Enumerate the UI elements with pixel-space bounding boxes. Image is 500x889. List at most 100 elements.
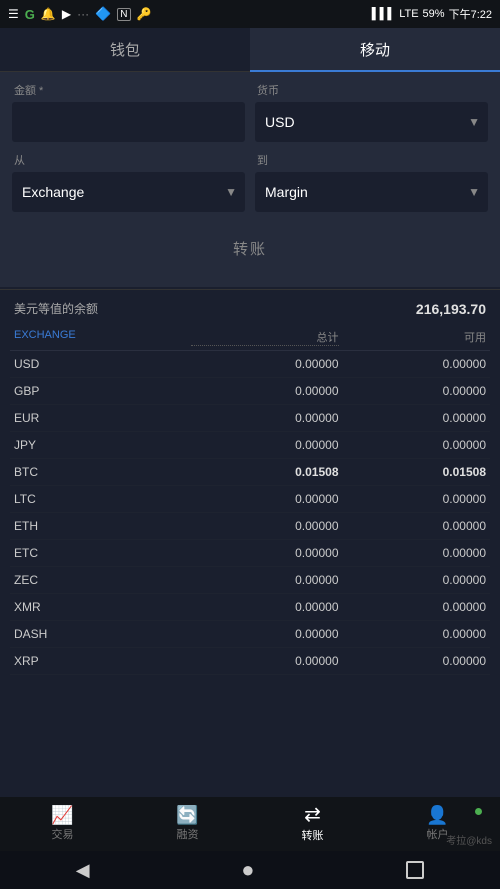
total-cell: 0.00000	[191, 573, 339, 587]
currency-cell: ZEC	[14, 573, 191, 587]
form-area: 金额 * 货币 USD ▼ 从 Exchange ▼	[0, 72, 500, 287]
balance-section: 美元等值的余额 216,193.70	[0, 289, 500, 323]
currency-cell: XRP	[14, 654, 191, 668]
main-content: 金额 * 货币 USD ▼ 从 Exchange ▼	[0, 72, 500, 797]
signal-icon: ▌▌▌	[372, 8, 395, 20]
th-available: 可用	[339, 329, 487, 346]
nav-account-label: 帐户	[427, 826, 449, 842]
bluetooth-icon: 🔷	[95, 6, 111, 22]
to-label: 到	[257, 152, 488, 168]
play-icon: ▶	[62, 7, 71, 21]
nav-fund[interactable]: 🔄 融资	[125, 806, 250, 842]
fund-icon: 🔄	[176, 806, 198, 824]
available-cell: 0.00000	[339, 654, 487, 668]
back-button[interactable]: ◀	[76, 860, 90, 881]
currency-cell: DASH	[14, 627, 191, 641]
currency-cell: XMR	[14, 600, 191, 614]
from-label: 从	[14, 152, 245, 168]
currency-select[interactable]: USD	[255, 102, 488, 142]
to-select-wrapper: Margin ▼	[255, 172, 488, 212]
available-cell: 0.00000	[339, 600, 487, 614]
tab-move[interactable]: 移动	[250, 28, 500, 72]
table-row: XMR 0.00000 0.00000	[10, 594, 490, 621]
currency-select-wrapper: USD ▼	[255, 102, 488, 142]
table-section: EXCHANGE 总计 可用 USD 0.00000 0.00000 GBP 0…	[0, 323, 500, 675]
currency-label: 货币	[257, 82, 488, 98]
menu-icon: ☰	[8, 7, 19, 21]
tab-wallet[interactable]: 钱包	[0, 28, 250, 72]
recent-icon	[406, 861, 424, 879]
amount-label: 金额 *	[14, 82, 245, 98]
total-cell: 0.00000	[191, 654, 339, 668]
table-row: JPY 0.00000 0.00000	[10, 432, 490, 459]
to-select[interactable]: Margin	[255, 172, 488, 212]
balance-label: 美元等值的余额	[14, 300, 98, 317]
available-cell: 0.00000	[339, 357, 487, 371]
battery-label: 59%	[423, 8, 445, 20]
currency-cell: ETH	[14, 519, 191, 533]
table-row: ETC 0.00000 0.00000	[10, 540, 490, 567]
to-group: 到 Margin ▼	[255, 152, 488, 212]
total-cell: 0.00000	[191, 438, 339, 452]
nav-transfer[interactable]: ⇄ 转账	[250, 805, 375, 843]
status-right-info: ▌▌▌ LTE 59% 下午7:22	[372, 6, 492, 22]
from-select[interactable]: Exchange	[12, 172, 245, 212]
available-cell: 0.00000	[339, 438, 487, 452]
from-select-wrapper: Exchange ▼	[12, 172, 245, 212]
recent-button[interactable]	[406, 861, 424, 879]
tab-header: 钱包 移动	[0, 28, 500, 72]
watermark: 考拉@kds	[446, 832, 492, 847]
nav-transfer-label: 转账	[302, 827, 324, 843]
from-to-row: 从 Exchange ▼ 到 Margin ▼	[12, 152, 488, 212]
time-label: 下午7:22	[449, 6, 492, 22]
amount-group: 金额 *	[12, 82, 245, 142]
currency-cell: JPY	[14, 438, 191, 452]
available-cell: 0.00000	[339, 492, 487, 506]
available-cell: 0.01508	[339, 465, 487, 479]
account-dot	[475, 808, 482, 815]
th-total: 总计	[191, 329, 339, 346]
available-cell: 0.00000	[339, 546, 487, 560]
transfer-button[interactable]: 转账	[193, 230, 307, 267]
total-cell: 0.00000	[191, 546, 339, 560]
nav-fund-label: 融资	[177, 826, 199, 842]
notification-icon: 🔔	[41, 7, 56, 21]
currency-cell: LTC	[14, 492, 191, 506]
account-icon: 👤	[426, 806, 448, 824]
status-bar: ☰ G 🔔 ▶ ··· 🔷 N 🔑 ▌▌▌ LTE 59% 下午7:22	[0, 0, 500, 28]
lte-label: LTE	[399, 8, 418, 20]
nfc-icon: N	[117, 8, 130, 21]
table-row: XRP 0.00000 0.00000	[10, 648, 490, 675]
available-cell: 0.00000	[339, 573, 487, 587]
nav-trade-label: 交易	[52, 826, 74, 842]
trade-icon: 📈	[51, 806, 73, 824]
nav-trade[interactable]: 📈 交易	[0, 806, 125, 842]
table-row: EUR 0.00000 0.00000	[10, 405, 490, 432]
total-cell: 0.00000	[191, 411, 339, 425]
currency-cell: ETC	[14, 546, 191, 560]
status-left-icons: ☰ G 🔔 ▶ ··· 🔷 N 🔑	[8, 6, 151, 22]
table-row: ETH 0.00000 0.00000	[10, 513, 490, 540]
available-cell: 0.00000	[339, 519, 487, 533]
currency-cell: GBP	[14, 384, 191, 398]
th-currency: EXCHANGE	[14, 329, 191, 346]
table-row: LTC 0.00000 0.00000	[10, 486, 490, 513]
table-row: ZEC 0.00000 0.00000	[10, 567, 490, 594]
system-nav: ◀ ●	[0, 851, 500, 889]
table-row: GBP 0.00000 0.00000	[10, 378, 490, 405]
dots-icon: ···	[77, 7, 89, 21]
transfer-btn-row: 转账	[12, 222, 488, 271]
home-button[interactable]: ●	[241, 857, 254, 883]
currency-cell: USD	[14, 357, 191, 371]
total-cell: 0.00000	[191, 600, 339, 614]
table-row: USD 0.00000 0.00000	[10, 351, 490, 378]
available-cell: 0.00000	[339, 384, 487, 398]
key-icon: 🔑	[137, 7, 152, 21]
table-rows: USD 0.00000 0.00000 GBP 0.00000 0.00000 …	[10, 351, 490, 675]
amount-input[interactable]	[12, 102, 245, 142]
bottom-nav: 📈 交易 🔄 融资 ⇄ 转账 👤 帐户	[0, 797, 500, 851]
currency-cell: BTC	[14, 465, 191, 479]
currency-cell: EUR	[14, 411, 191, 425]
scroll-inner: 金额 * 货币 USD ▼ 从 Exchange ▼	[0, 72, 500, 797]
total-cell: 0.00000	[191, 492, 339, 506]
